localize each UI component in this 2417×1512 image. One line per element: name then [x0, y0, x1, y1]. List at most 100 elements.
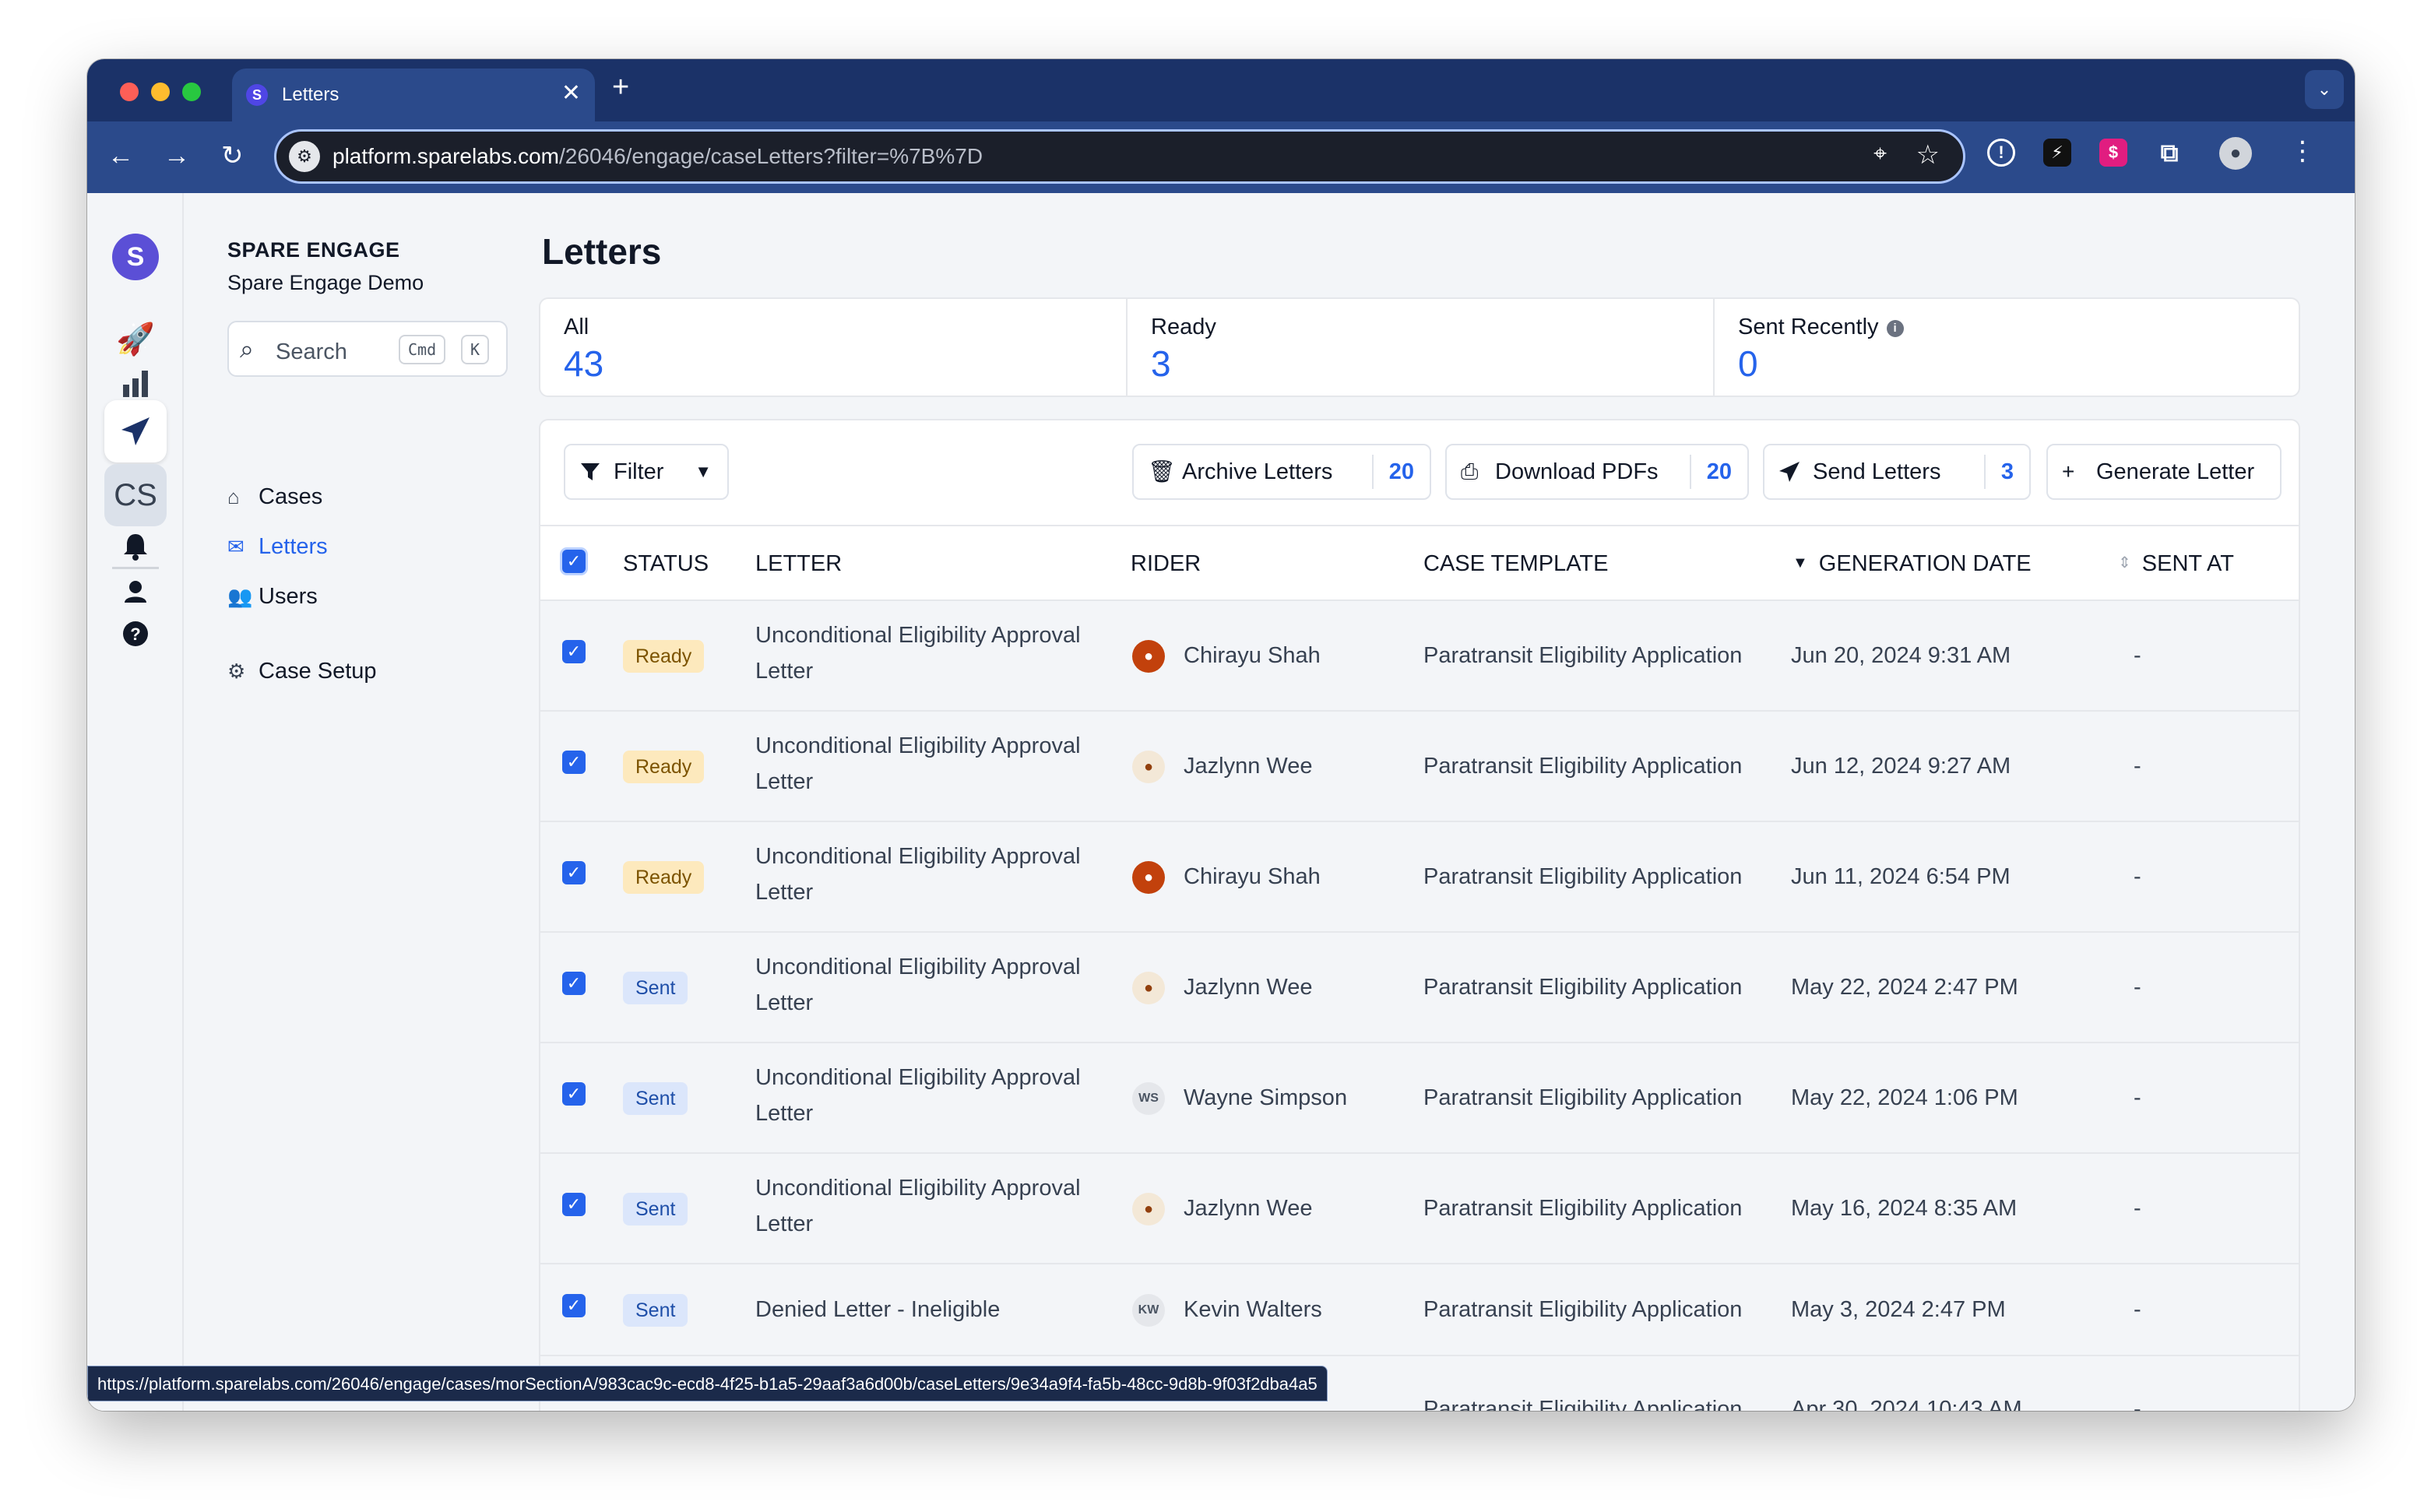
stat-sent-recently[interactable]: Sent Recently i 0	[1715, 299, 2299, 396]
row-checkbox[interactable]: ✓	[562, 1294, 586, 1317]
filter-button[interactable]: Filter ▼	[564, 444, 729, 500]
archive-letters-button[interactable]: 🗑 Archive Letters 20	[1132, 444, 1431, 500]
sidebar-item-case-setup[interactable]: ⚙ Case Setup	[227, 659, 377, 694]
send-letters-button[interactable]: Send Letters 3	[1763, 444, 2031, 500]
column-header-sent-at[interactable]: ⇕ SENT AT	[2118, 551, 2234, 577]
letter-name[interactable]: Denied Letter - Ineligible	[755, 1297, 1000, 1323]
row-checkbox[interactable]: ✓	[562, 861, 586, 884]
minimize-window-button[interactable]	[151, 83, 170, 101]
row-checkbox[interactable]: ✓	[562, 1082, 586, 1106]
reload-icon[interactable]: ↻	[221, 140, 244, 171]
rider-name[interactable]: Kevin Walters	[1184, 1297, 1322, 1323]
letter-name[interactable]: Unconditional Eligibility Approval	[755, 1065, 1081, 1091]
download-pdfs-button[interactable]: ⎙ Download PDFs 20	[1445, 444, 1749, 500]
spare-favicon-icon: S	[246, 84, 268, 106]
sidebar-item-users[interactable]: 👥 Users	[227, 584, 318, 620]
table-row[interactable]: ✓ Sent Unconditional Eligibility Approva…	[540, 933, 2299, 1043]
bookmark-star-icon[interactable]: ☆	[1916, 139, 1940, 171]
column-header-label: SENT AT	[2141, 551, 2234, 576]
letter-name-cont[interactable]: Letter	[755, 769, 813, 795]
filter-icon	[579, 445, 601, 502]
puzzle-extensions-icon[interactable]: ⧉	[2155, 139, 2183, 167]
row-checkbox[interactable]: ✓	[562, 751, 586, 774]
rider-name[interactable]: Chirayu Shah	[1184, 864, 1321, 890]
letter-name-cont[interactable]: Letter	[755, 1101, 813, 1127]
help-icon[interactable]: ?	[104, 603, 167, 665]
paper-plane-icon[interactable]	[104, 400, 167, 462]
sidebar-item-label: Letters	[259, 534, 328, 559]
site-settings-icon[interactable]: ⚙	[289, 141, 320, 172]
close-window-button[interactable]	[120, 83, 139, 101]
users-icon: 👥	[227, 585, 253, 608]
info-icon[interactable]: i	[1886, 320, 1904, 337]
location-pin-icon[interactable]: ⌖	[1873, 141, 1887, 167]
column-header-status[interactable]: STATUS	[623, 551, 709, 577]
stat-value: 0	[1738, 343, 1758, 384]
profile-avatar-icon[interactable]: ●	[2219, 137, 2252, 170]
new-tab-icon[interactable]: +	[612, 70, 629, 104]
rider-name[interactable]: Chirayu Shah	[1184, 643, 1321, 669]
spare-logo[interactable]: S	[112, 234, 159, 280]
column-header-letter[interactable]: LETTER	[755, 551, 842, 577]
sidebar: SPARE ENGAGE Spare Engage Demo ⌕ Search …	[184, 193, 526, 1411]
more-menu-icon[interactable]: ⋮	[2289, 135, 2316, 167]
extension-icon[interactable]: $	[2099, 139, 2127, 167]
letter-name[interactable]: Unconditional Eligibility Approval	[755, 1176, 1081, 1201]
tab-letters[interactable]: S Letters ✕	[232, 69, 595, 121]
table-row[interactable]: ✓ Ready Unconditional Eligibility Approv…	[540, 601, 2299, 712]
url-text[interactable]: platform.sparelabs.com/26046/engage/case…	[332, 144, 983, 169]
stat-label: Sent Recently i	[1738, 315, 1904, 340]
stat-label: Ready	[1151, 315, 1216, 339]
org-subtitle: Spare Engage Demo	[227, 271, 424, 294]
zoom-window-button[interactable]	[182, 83, 201, 101]
letter-name[interactable]: Unconditional Eligibility Approval	[755, 623, 1081, 649]
letter-name-cont[interactable]: Letter	[755, 1211, 813, 1237]
address-bar[interactable]: ⚙ platform.sparelabs.com/26046/engage/ca…	[274, 129, 1965, 184]
search-input[interactable]: ⌕ Search Cmd K	[227, 321, 508, 377]
table-row[interactable]: ✓ Sent Unconditional Eligibility Approva…	[540, 1154, 2299, 1264]
stat-all[interactable]: All 43	[540, 299, 1128, 396]
letter-name[interactable]: Unconditional Eligibility Approval	[755, 955, 1081, 980]
column-header-case-template[interactable]: CASE TEMPLATE	[1423, 551, 1608, 577]
rider-name[interactable]: Jazlynn Wee	[1184, 975, 1313, 1000]
table-row[interactable]: ✓ Ready Unconditional Eligibility Approv…	[540, 822, 2299, 933]
case-template: Paratransit Eligibility Application	[1423, 1196, 1743, 1221]
case-template: Paratransit Eligibility Application	[1423, 975, 1743, 1000]
table-row[interactable]: ✓ Sent Unconditional Eligibility Approva…	[540, 1043, 2299, 1154]
letter-name[interactable]: Unconditional Eligibility Approval	[755, 733, 1081, 759]
sent-at: -	[2134, 864, 2141, 889]
svg-text:?: ?	[130, 624, 140, 644]
forward-arrow-icon[interactable]: →	[164, 140, 190, 171]
select-all-checkbox[interactable]: ✓	[562, 550, 586, 573]
row-checkbox[interactable]: ✓	[562, 1193, 586, 1216]
row-checkbox[interactable]: ✓	[562, 640, 586, 663]
column-header-rider[interactable]: RIDER	[1131, 551, 1201, 577]
sent-at: -	[2134, 1085, 2141, 1110]
icon-rail: S 🚀 CS ?	[87, 193, 184, 1411]
table-row[interactable]: ✓ Sent Denied Letter - Ineligible KW Kev…	[540, 1264, 2299, 1356]
rider-name[interactable]: Wayne Simpson	[1184, 1085, 1347, 1111]
sidebar-item-letters[interactable]: ✉ Letters	[227, 534, 328, 570]
send-count-badge: 3	[1983, 455, 2029, 489]
extension-icon[interactable]: ⚡	[2043, 139, 2071, 167]
generate-letter-button[interactable]: + Generate Letter	[2046, 444, 2282, 500]
letter-name[interactable]: Unconditional Eligibility Approval	[755, 844, 1081, 870]
rider-name[interactable]: Jazlynn Wee	[1184, 1196, 1313, 1222]
stat-ready[interactable]: Ready 3	[1128, 299, 1715, 396]
chevron-down-icon[interactable]: ⌄	[2305, 70, 2344, 109]
stat-label: All	[564, 315, 589, 339]
table-row[interactable]: ✓ Ready Unconditional Eligibility Approv…	[540, 712, 2299, 822]
back-arrow-icon[interactable]: ←	[107, 140, 134, 171]
rider-avatar: ●	[1132, 640, 1165, 673]
sidebar-item-cases[interactable]: ⌂ Cases	[227, 484, 322, 520]
table-header: ✓ STATUS LETTER RIDER CASE TEMPLATE ▼ GEN…	[540, 525, 2299, 601]
rider-name[interactable]: Jazlynn Wee	[1184, 754, 1313, 779]
column-header-generation-date[interactable]: ▼ GENERATION DATE	[1793, 551, 2032, 577]
close-tab-icon[interactable]: ✕	[561, 79, 581, 107]
sent-at: -	[2134, 1196, 2141, 1221]
letter-name-cont[interactable]: Letter	[755, 990, 813, 1016]
letter-name-cont[interactable]: Letter	[755, 880, 813, 905]
row-checkbox[interactable]: ✓	[562, 972, 586, 995]
letter-name-cont[interactable]: Letter	[755, 659, 813, 684]
password-manager-extension-icon[interactable]: !	[1987, 139, 2015, 167]
